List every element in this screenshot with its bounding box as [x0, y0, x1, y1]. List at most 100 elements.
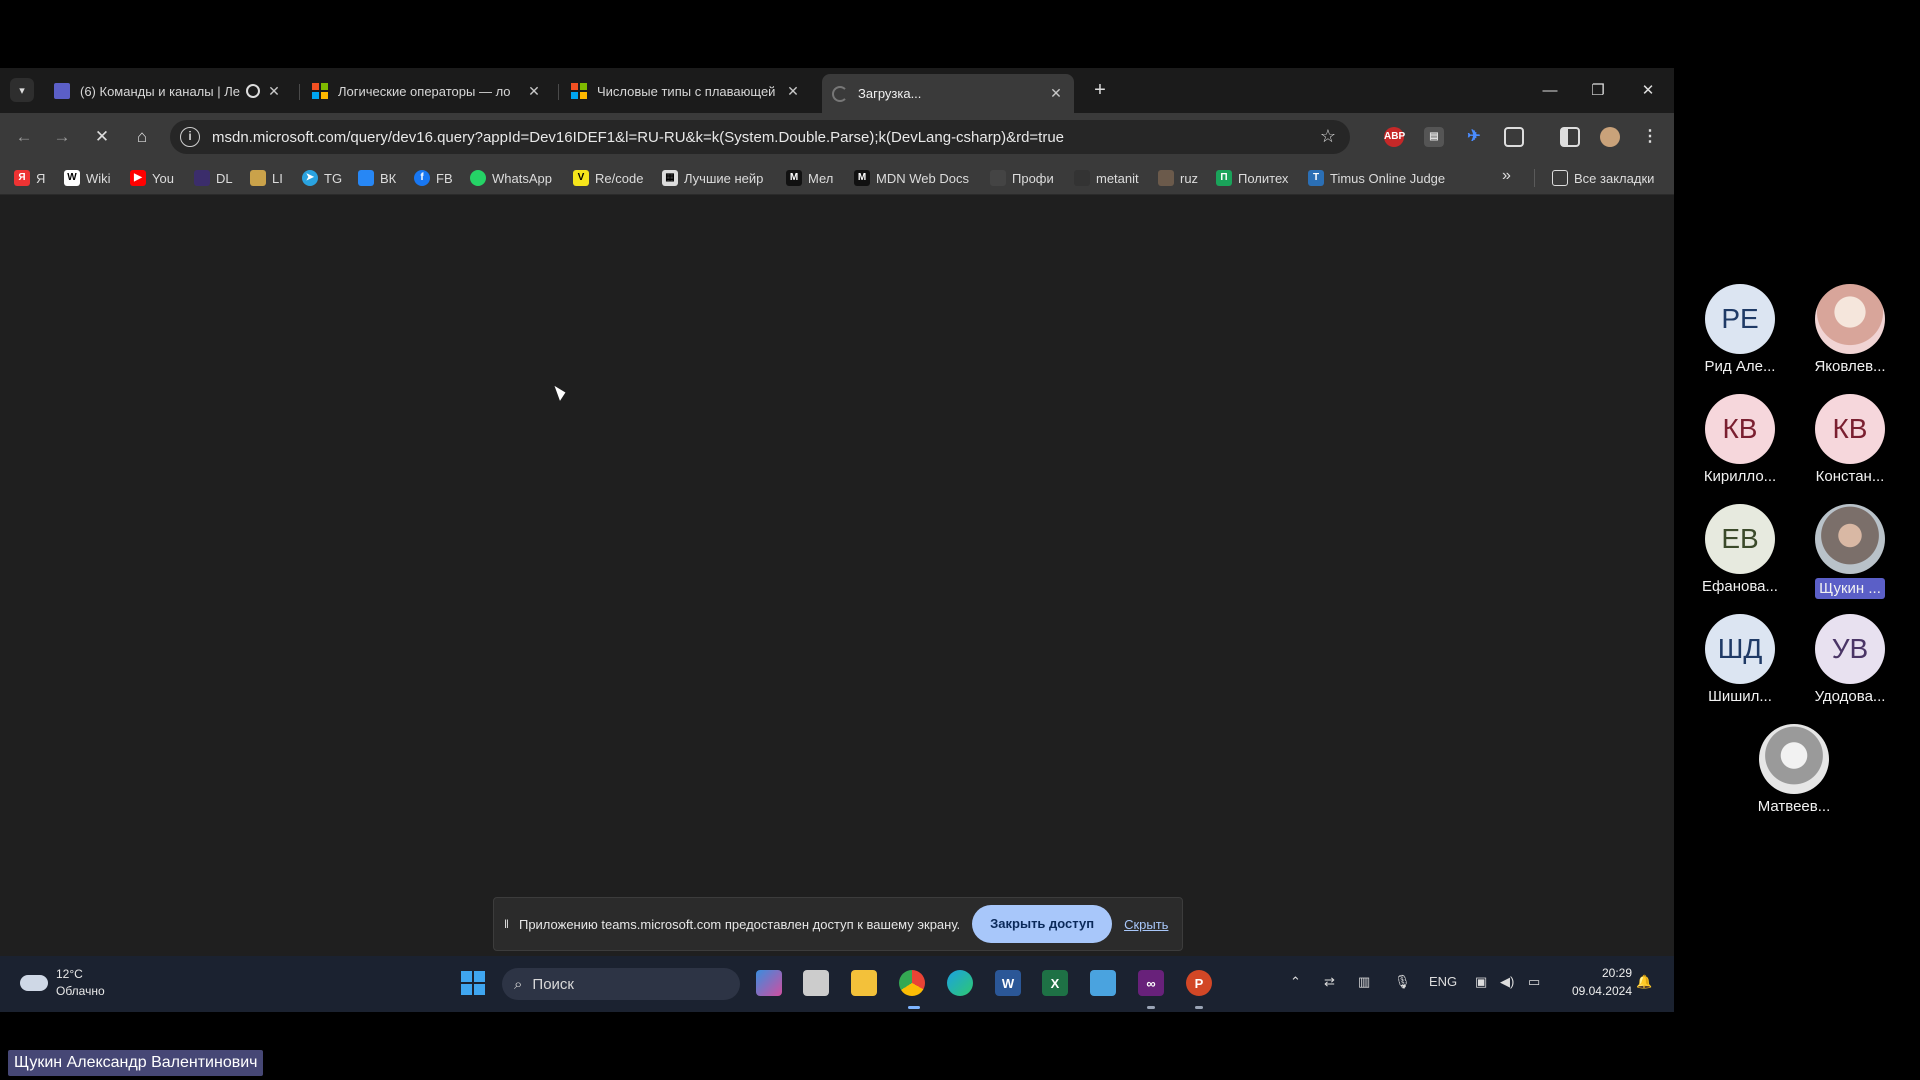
- hide-link[interactable]: Скрыть: [1124, 917, 1168, 932]
- participant-tile[interactable]: КВ Кирилло...: [1692, 394, 1788, 485]
- menu-kebab-icon[interactable]: ⋮: [1640, 127, 1660, 147]
- site-info-icon[interactable]: i: [180, 127, 200, 147]
- tray-app-icon[interactable]: ▥: [1358, 974, 1370, 990]
- ruz-icon: [1158, 170, 1174, 186]
- drag-handle-icon[interactable]: ‖: [504, 917, 509, 931]
- network-icon[interactable]: ▣: [1475, 974, 1487, 990]
- avatar: ШД: [1705, 614, 1775, 684]
- bookmark-item[interactable]: LI: [250, 169, 283, 187]
- address-url: msdn.microsoft.com/query/dev16.query?app…: [212, 128, 1065, 146]
- participant-tile[interactable]: УВ Удодова...: [1802, 614, 1898, 705]
- participant-tile[interactable]: ШД Шишил...: [1692, 614, 1788, 705]
- bookmark-item[interactable]: M Мел: [786, 169, 833, 187]
- tab-teams[interactable]: (6) Команды и каналы | Ле ✕: [44, 74, 292, 108]
- edge-icon[interactable]: [947, 970, 973, 996]
- bookmark-item[interactable]: ▦ Лучшие нейр: [662, 169, 763, 187]
- battery-icon[interactable]: ▭: [1528, 974, 1540, 990]
- copilot-icon[interactable]: [756, 970, 782, 996]
- participant-name: Щукин ...: [1815, 578, 1885, 599]
- tray-overflow-icon[interactable]: ⌃: [1290, 974, 1301, 990]
- extensions-puzzle-icon[interactable]: [1504, 127, 1524, 147]
- tab-logical-operators[interactable]: Логические операторы — ло ✕: [302, 74, 552, 108]
- excel-icon[interactable]: X: [1042, 970, 1068, 996]
- file-explorer-icon[interactable]: [851, 970, 877, 996]
- bookmark-item[interactable]: ruz: [1158, 169, 1198, 187]
- participant-tile[interactable]: Яковлев...: [1802, 284, 1898, 375]
- tab-search-button[interactable]: ▾: [10, 78, 34, 102]
- adblock-icon[interactable]: ABP: [1384, 127, 1405, 147]
- restore-button[interactable]: ❐: [1578, 78, 1618, 104]
- all-bookmarks-button[interactable]: Все закладки: [1552, 169, 1654, 187]
- powerpoint-icon[interactable]: P: [1186, 970, 1212, 996]
- taskbar-search[interactable]: ⌕ Поиск: [502, 968, 740, 1000]
- close-icon[interactable]: ✕: [785, 83, 801, 100]
- task-view-icon[interactable]: [803, 970, 829, 996]
- weather-condition: Облачно: [56, 984, 105, 998]
- back-button[interactable]: ←: [12, 125, 36, 149]
- microphone-icon[interactable]: 🎙: [1394, 974, 1411, 990]
- presenter-name-tag: Щукин Александр Валентинович: [8, 1050, 264, 1076]
- bookmark-item[interactable]: WhatsApp: [470, 169, 552, 187]
- participant-tile[interactable]: КВ Констан...: [1802, 394, 1898, 485]
- volume-icon[interactable]: ◀): [1500, 974, 1514, 990]
- word-icon[interactable]: W: [995, 970, 1021, 996]
- home-button[interactable]: ⌂: [130, 125, 154, 149]
- close-icon[interactable]: ✕: [1048, 85, 1064, 102]
- minimize-button[interactable]: —: [1530, 78, 1570, 104]
- window-close-button[interactable]: ✕: [1628, 78, 1668, 104]
- metanit-icon: [1074, 170, 1090, 186]
- stop-sharing-button[interactable]: Закрыть доступ: [972, 905, 1113, 943]
- li-icon: [250, 170, 266, 186]
- bookmark-item[interactable]: M MDN Web Docs: [854, 169, 969, 187]
- close-icon[interactable]: ✕: [526, 83, 542, 100]
- participant-tile[interactable]: Щукин ...: [1802, 504, 1898, 599]
- bookmark-item[interactable]: ВК: [358, 169, 396, 187]
- extension-bird-icon[interactable]: ✈: [1464, 127, 1484, 147]
- bookmark-item[interactable]: f FB: [414, 169, 453, 187]
- bookmark-item[interactable]: metanit: [1074, 169, 1139, 187]
- visual-studio-icon[interactable]: ∞: [1138, 970, 1164, 996]
- language-indicator[interactable]: ENG: [1429, 974, 1457, 989]
- new-tab-button[interactable]: +: [1087, 78, 1113, 104]
- participant-tile[interactable]: РЕ Рид Але...: [1692, 284, 1788, 375]
- address-bar[interactable]: i msdn.microsoft.com/query/dev16.query?a…: [170, 120, 1350, 154]
- extension-icon[interactable]: ▤: [1424, 127, 1444, 147]
- participant-name: Ефанова...: [1702, 578, 1778, 595]
- side-panel-icon[interactable]: [1560, 127, 1580, 147]
- bookmark-item[interactable]: ЯЯ: [14, 169, 45, 187]
- bookmark-item[interactable]: Профи: [990, 169, 1054, 187]
- clock[interactable]: 20:29 09.04.2024: [1560, 964, 1632, 1000]
- participant-tile[interactable]: ЕВ Ефанова...: [1692, 504, 1788, 595]
- bookmark-item[interactable]: W Wiki: [64, 169, 111, 187]
- bookmark-item[interactable]: V Re/code: [573, 169, 643, 187]
- stop-loading-button[interactable]: ✕: [90, 125, 114, 149]
- microsoft-icon: [571, 83, 587, 99]
- bookmarks-overflow-button[interactable]: »: [1502, 167, 1511, 185]
- polytech-icon: П: [1216, 170, 1232, 186]
- close-icon[interactable]: ✕: [266, 83, 282, 100]
- dl-icon: [194, 170, 210, 186]
- mouse-cursor-icon: [554, 383, 568, 401]
- tray-sync-icon[interactable]: ⇄: [1324, 974, 1335, 990]
- participant-tile[interactable]: Матвеев...: [1746, 724, 1842, 815]
- notepad-icon[interactable]: [1090, 970, 1116, 996]
- vk-icon: [358, 170, 374, 186]
- tab-floating-point-types[interactable]: Числовые типы с плавающей ✕: [561, 74, 811, 108]
- bookmark-item[interactable]: П Политех: [1216, 169, 1288, 187]
- participant-name: Матвеев...: [1757, 798, 1831, 815]
- start-button[interactable]: [460, 970, 486, 996]
- bookmark-star-icon[interactable]: ☆: [1320, 126, 1336, 147]
- notification-bell-icon[interactable]: 🔔: [1636, 974, 1652, 990]
- profile-avatar[interactable]: [1600, 127, 1620, 147]
- chrome-icon[interactable]: [899, 970, 925, 996]
- forward-button[interactable]: →: [50, 125, 74, 149]
- bookmark-item[interactable]: T Timus Online Judge: [1308, 169, 1445, 187]
- tab-loading[interactable]: Загрузка... ✕: [822, 74, 1074, 113]
- shared-screen: ▾ (6) Команды и каналы | Ле ✕ Логические…: [0, 68, 1674, 1012]
- avatar: УВ: [1815, 614, 1885, 684]
- bookmark-item[interactable]: ➤ TG: [302, 169, 342, 187]
- bookmark-item[interactable]: ▶ You: [130, 169, 174, 187]
- bookmark-item[interactable]: DL: [194, 169, 233, 187]
- microsoft-icon: [312, 83, 328, 99]
- weather-widget[interactable]: 12°C Облачно: [20, 966, 105, 1000]
